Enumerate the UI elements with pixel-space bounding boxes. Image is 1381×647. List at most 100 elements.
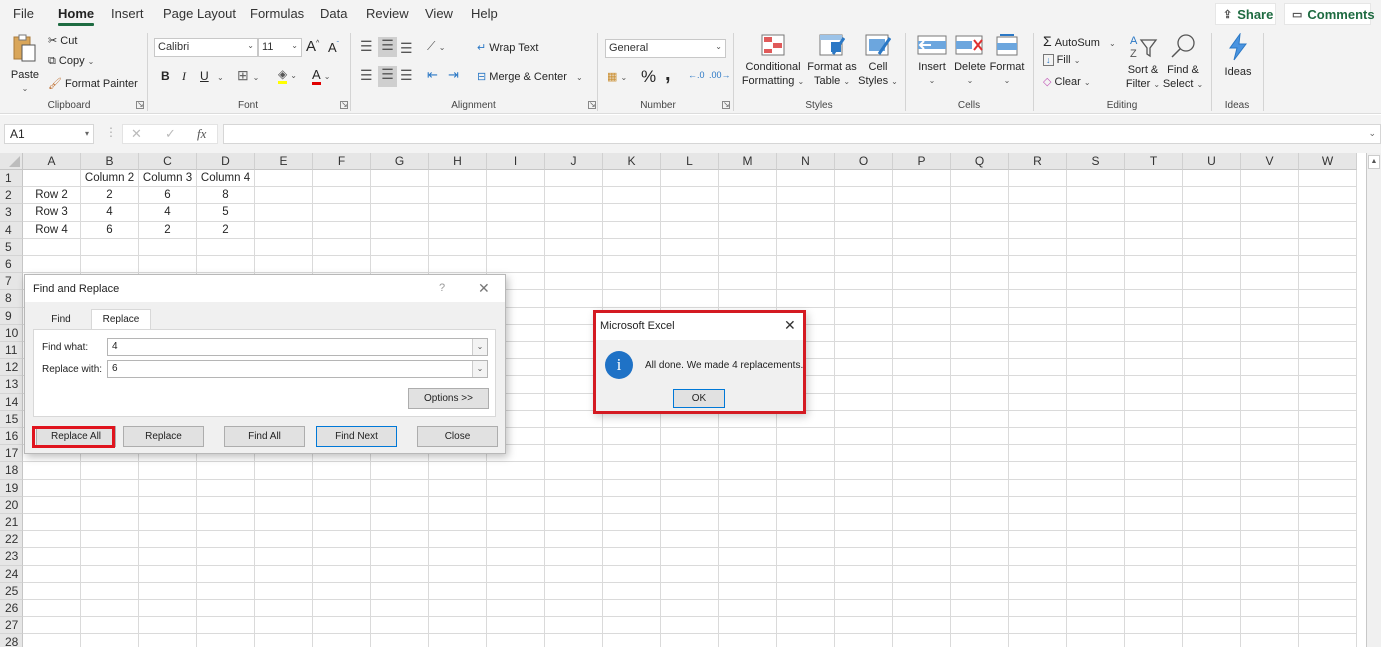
cell-F3[interactable] — [313, 204, 371, 222]
cell-W23[interactable] — [1299, 548, 1357, 566]
cell-U8[interactable] — [1183, 290, 1241, 308]
column-header-r[interactable]: R — [1009, 153, 1067, 170]
cell-L22[interactable] — [661, 531, 719, 549]
cell-H19[interactable] — [429, 479, 487, 497]
row-header-5[interactable]: 5 — [0, 238, 23, 256]
column-header-g[interactable]: G — [371, 153, 429, 170]
cell-P20[interactable] — [893, 496, 951, 514]
cell-W4[interactable] — [1299, 221, 1357, 239]
cell-O15[interactable] — [835, 410, 893, 428]
cell-I18[interactable] — [487, 462, 545, 480]
cell-K19[interactable] — [603, 479, 661, 497]
cell-W2[interactable] — [1299, 187, 1357, 205]
cell-V27[interactable] — [1241, 617, 1299, 635]
cell-M17[interactable] — [719, 445, 777, 463]
cell-D22[interactable] — [197, 531, 255, 549]
share-button[interactable]: ⇪ Share — [1215, 3, 1276, 25]
cell-U26[interactable] — [1183, 600, 1241, 618]
cell-E19[interactable] — [255, 479, 313, 497]
row-header-16[interactable]: 16 — [0, 428, 23, 446]
cell-K24[interactable] — [603, 565, 661, 583]
cell-S3[interactable] — [1067, 204, 1125, 222]
cell-C22[interactable] — [139, 531, 197, 549]
font-name-dropdown[interactable]: Calibri ⌄ — [154, 38, 258, 57]
cell-F20[interactable] — [313, 496, 371, 514]
cell-A6[interactable] — [23, 256, 81, 274]
cell-U5[interactable] — [1183, 238, 1241, 256]
tab-data[interactable]: Data — [320, 6, 347, 21]
find-all-button[interactable]: Find All — [224, 426, 305, 447]
cell-O14[interactable] — [835, 393, 893, 411]
cell-O27[interactable] — [835, 617, 893, 635]
cell-Q14[interactable] — [951, 393, 1009, 411]
fill-color-button[interactable]: ◈ ⌄ — [278, 67, 297, 84]
cell-V21[interactable] — [1241, 514, 1299, 532]
row-header-4[interactable]: 4 — [0, 221, 23, 239]
paste-button[interactable]: Paste ⌄ — [8, 34, 42, 96]
cell-D20[interactable] — [197, 496, 255, 514]
row-header-19[interactable]: 19 — [0, 479, 23, 497]
find-next-button[interactable]: Find Next — [316, 426, 397, 447]
cell-J3[interactable] — [545, 204, 603, 222]
cell-P25[interactable] — [893, 582, 951, 600]
cell-D6[interactable] — [197, 256, 255, 274]
cell-W14[interactable] — [1299, 393, 1357, 411]
cell-P10[interactable] — [893, 324, 951, 342]
cell-O4[interactable] — [835, 221, 893, 239]
row-header-22[interactable]: 22 — [0, 531, 23, 549]
cell-S9[interactable] — [1067, 307, 1125, 325]
cell-T5[interactable] — [1125, 238, 1183, 256]
cell-K2[interactable] — [603, 187, 661, 205]
cell-G23[interactable] — [371, 548, 429, 566]
cell-P22[interactable] — [893, 531, 951, 549]
cell-O22[interactable] — [835, 531, 893, 549]
cell-J1[interactable] — [545, 170, 603, 188]
cell-I19[interactable] — [487, 479, 545, 497]
cell-B24[interactable] — [81, 565, 139, 583]
cell-I20[interactable] — [487, 496, 545, 514]
cell-V23[interactable] — [1241, 548, 1299, 566]
options-button[interactable]: Options >> — [408, 388, 489, 409]
cell-J5[interactable] — [545, 238, 603, 256]
cell-K28[interactable] — [603, 634, 661, 647]
cell-S25[interactable] — [1067, 582, 1125, 600]
cell-S26[interactable] — [1067, 600, 1125, 618]
cell-R2[interactable] — [1009, 187, 1067, 205]
cancel-icon[interactable]: ✕ — [131, 126, 142, 142]
cell-Q17[interactable] — [951, 445, 1009, 463]
cell-O8[interactable] — [835, 290, 893, 308]
cell-U10[interactable] — [1183, 324, 1241, 342]
cell-T20[interactable] — [1125, 496, 1183, 514]
cell-M23[interactable] — [719, 548, 777, 566]
cell-T16[interactable] — [1125, 428, 1183, 446]
cell-E23[interactable] — [255, 548, 313, 566]
cut-button[interactable]: ✂ Cut — [48, 34, 77, 47]
cell-M22[interactable] — [719, 531, 777, 549]
vertical-scrollbar[interactable]: ▲ — [1366, 153, 1381, 647]
tab-insert[interactable]: Insert — [111, 6, 144, 21]
cell-A25[interactable] — [23, 582, 81, 600]
cell-R16[interactable] — [1009, 428, 1067, 446]
cell-O28[interactable] — [835, 634, 893, 647]
cell-N27[interactable] — [777, 617, 835, 635]
cell-E27[interactable] — [255, 617, 313, 635]
cell-H28[interactable] — [429, 634, 487, 647]
cell-B26[interactable] — [81, 600, 139, 618]
column-header-f[interactable]: F — [313, 153, 371, 170]
tab-view[interactable]: View — [425, 6, 453, 21]
cell-M6[interactable] — [719, 256, 777, 274]
cell-J26[interactable] — [545, 600, 603, 618]
cell-U22[interactable] — [1183, 531, 1241, 549]
cell-O24[interactable] — [835, 565, 893, 583]
cell-N22[interactable] — [777, 531, 835, 549]
cell-O25[interactable] — [835, 582, 893, 600]
cell-C4[interactable]: 2 — [139, 221, 197, 239]
cell-V14[interactable] — [1241, 393, 1299, 411]
cell-P28[interactable] — [893, 634, 951, 647]
cell-W22[interactable] — [1299, 531, 1357, 549]
cell-N18[interactable] — [777, 462, 835, 480]
cell-E28[interactable] — [255, 634, 313, 647]
cell-A3[interactable]: Row 3 — [23, 204, 81, 222]
cell-K16[interactable] — [603, 428, 661, 446]
cell-H27[interactable] — [429, 617, 487, 635]
